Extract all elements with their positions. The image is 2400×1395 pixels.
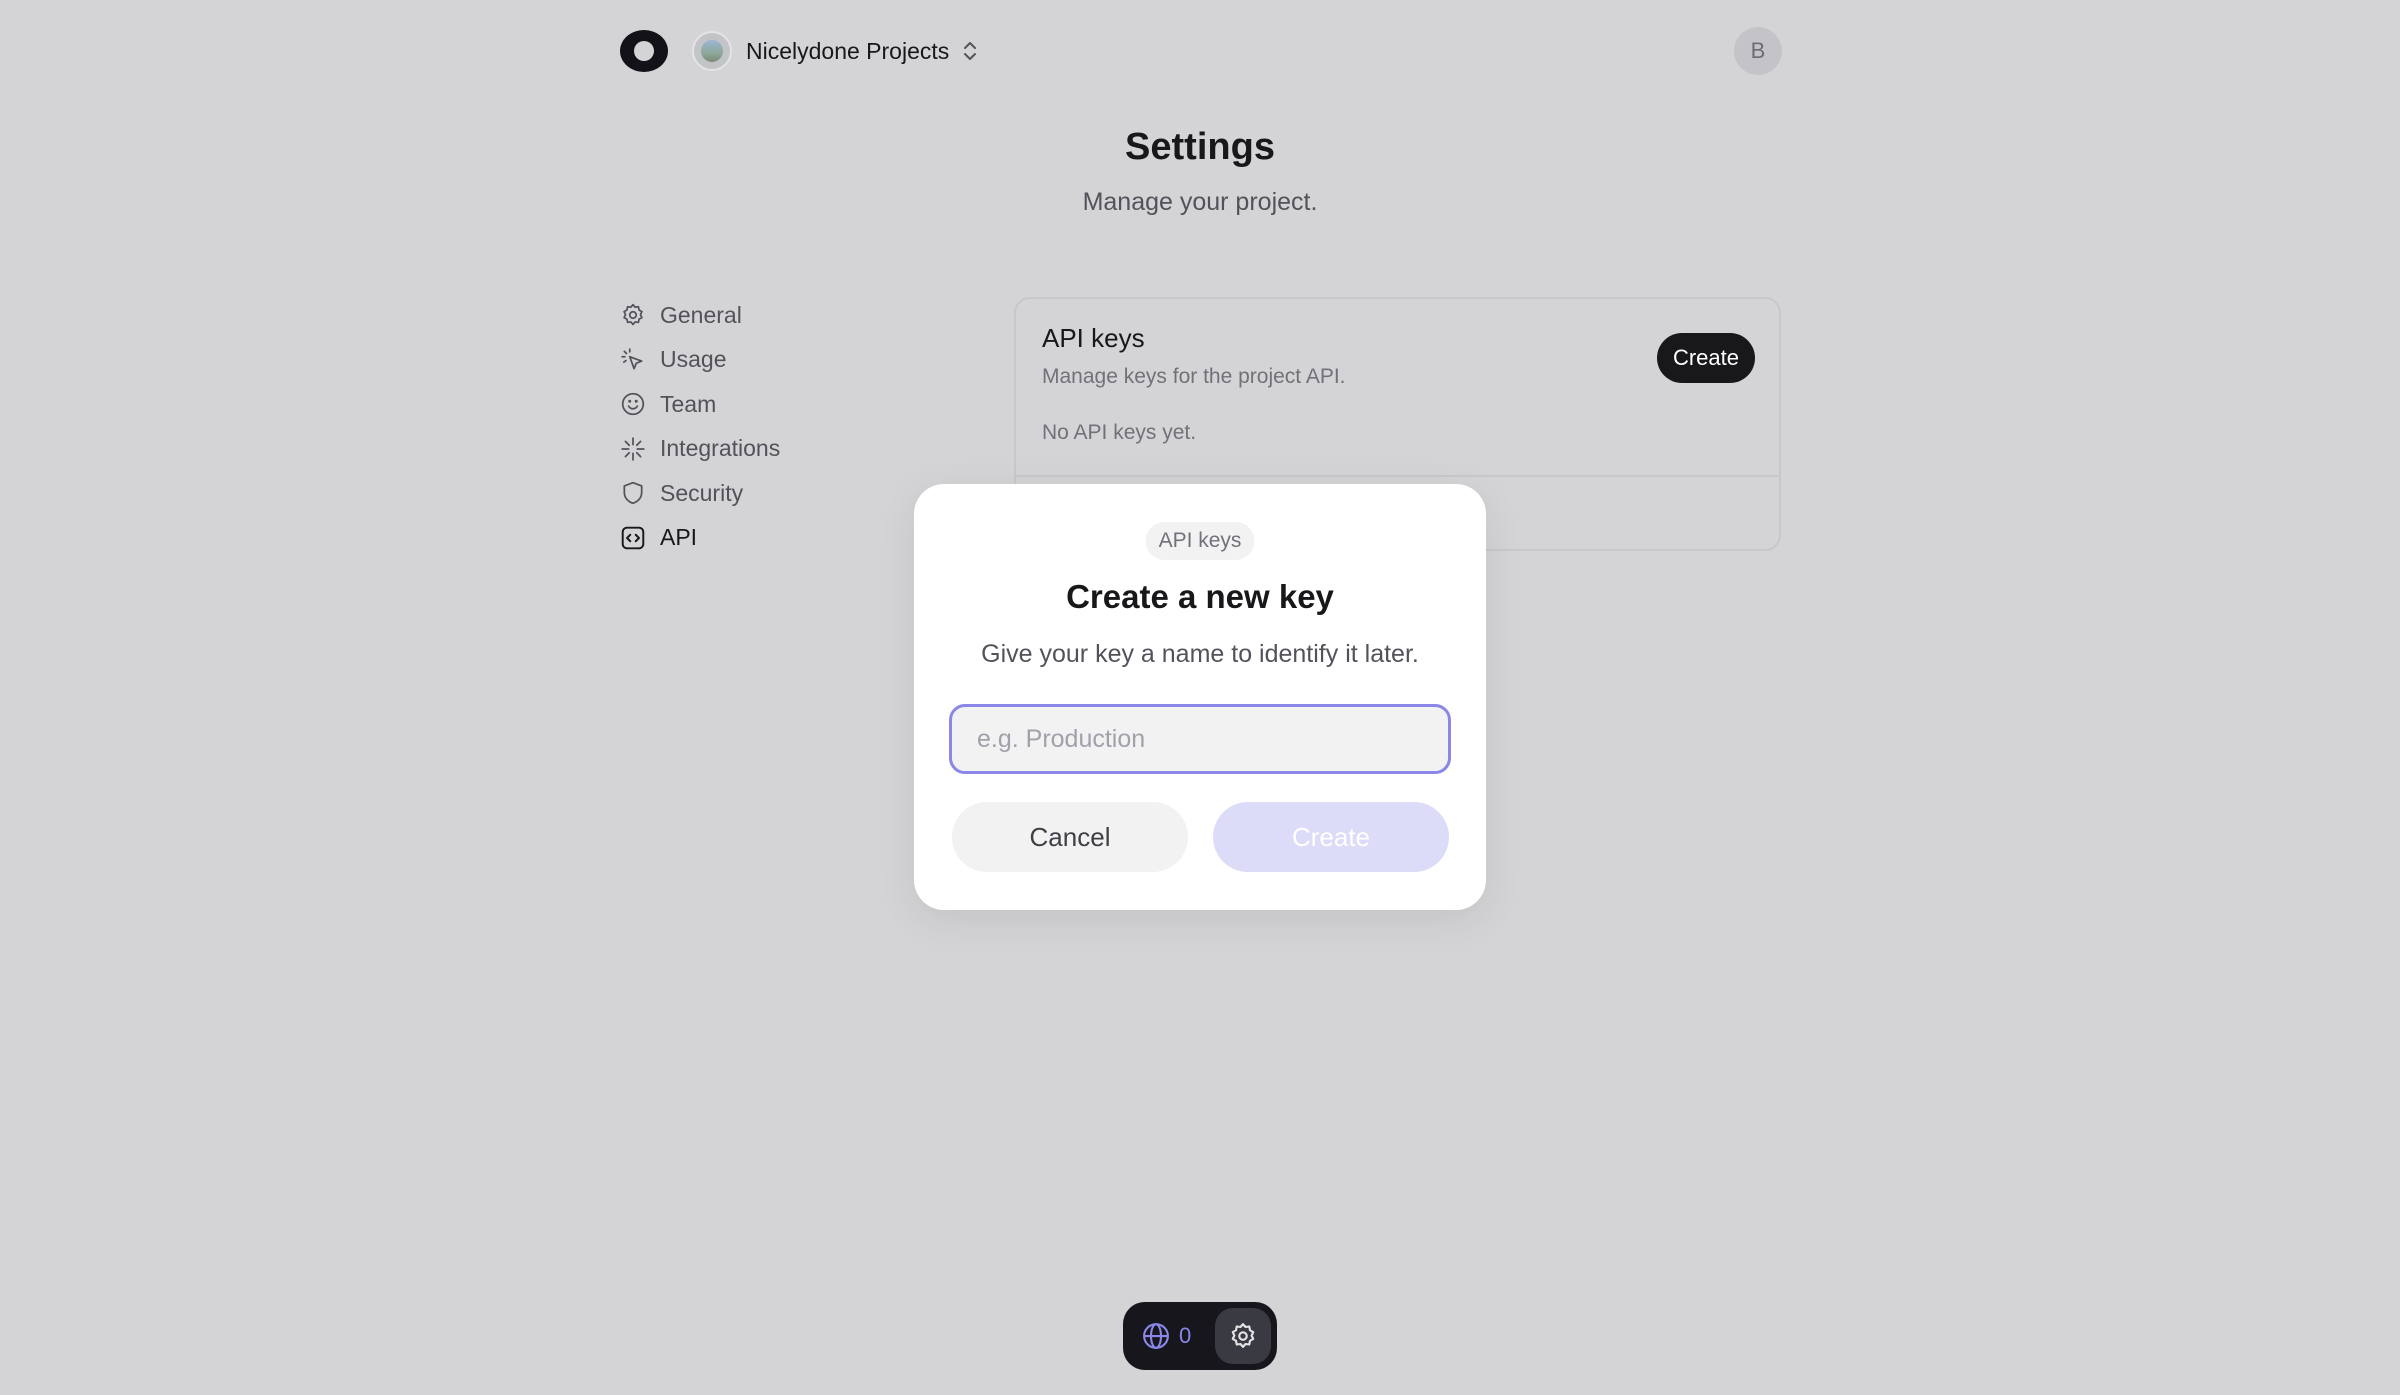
dialog-context-badge: API keys xyxy=(1145,522,1255,560)
shield-icon xyxy=(623,482,643,505)
sidebar-item-label: API xyxy=(660,524,698,551)
page-subtitle: Manage your project. xyxy=(1082,188,1318,216)
api-keys-title: API keys xyxy=(1042,323,1145,353)
card-divider xyxy=(1016,475,1779,477)
cancel-button[interactable]: Cancel xyxy=(952,802,1188,872)
language-toggle[interactable]: 0 xyxy=(1141,1321,1191,1351)
api-keys-description: Manage keys for the project API. xyxy=(1042,365,1346,388)
api-keys-empty-state: No API keys yet. xyxy=(1042,421,1197,444)
key-name-input[interactable] xyxy=(949,704,1451,774)
project-name: Nicelydone Projects xyxy=(746,37,950,64)
sidebar-item-security[interactable]: Security xyxy=(620,471,780,515)
project-switcher[interactable]: Nicelydone Projects xyxy=(692,31,979,71)
sidebar-item-label: Team xyxy=(660,390,717,417)
create-api-key-button[interactable]: Create xyxy=(1656,333,1755,383)
settings-sidebar: General Usage Team Integrations Security xyxy=(620,293,780,561)
sidebar-item-api[interactable]: API xyxy=(620,516,780,560)
user-avatar[interactable]: B xyxy=(1734,27,1782,75)
create-key-button[interactable]: Create xyxy=(1213,802,1449,872)
sidebar-item-integrations[interactable]: Integrations xyxy=(620,427,780,471)
create-key-dialog: API keys Create a new key Give your key … xyxy=(914,484,1486,910)
sparkle-icon xyxy=(621,437,645,461)
cursor-click-icon xyxy=(621,347,643,370)
code-icon xyxy=(621,526,645,550)
sidebar-item-general[interactable]: General xyxy=(620,293,780,337)
gear-icon xyxy=(623,303,643,326)
top-bar: Nicelydone Projects B xyxy=(620,26,1782,76)
dialog-description: Give your key a name to identify it late… xyxy=(981,640,1419,668)
dialog-title: Create a new key xyxy=(1066,578,1334,615)
page-title: Settings xyxy=(1125,126,1275,168)
sidebar-item-label: General xyxy=(660,301,742,328)
sidebar-item-usage[interactable]: Usage xyxy=(620,338,780,382)
app-logo[interactable] xyxy=(620,30,668,72)
globe-icon xyxy=(1143,1323,1169,1349)
bottom-toolbar: 0 xyxy=(1123,1302,1277,1370)
sidebar-item-team[interactable]: Team xyxy=(620,382,780,426)
project-avatar xyxy=(692,31,732,71)
gear-icon xyxy=(1231,1323,1255,1348)
smiley-icon xyxy=(621,393,645,416)
globe-count: 0 xyxy=(1179,1323,1192,1348)
sidebar-item-label: Integrations xyxy=(660,435,781,462)
sidebar-item-label: Security xyxy=(660,479,744,506)
dock-settings-button[interactable] xyxy=(1215,1308,1271,1364)
chevron-up-down-icon xyxy=(961,39,979,63)
sidebar-item-label: Usage xyxy=(660,346,727,373)
